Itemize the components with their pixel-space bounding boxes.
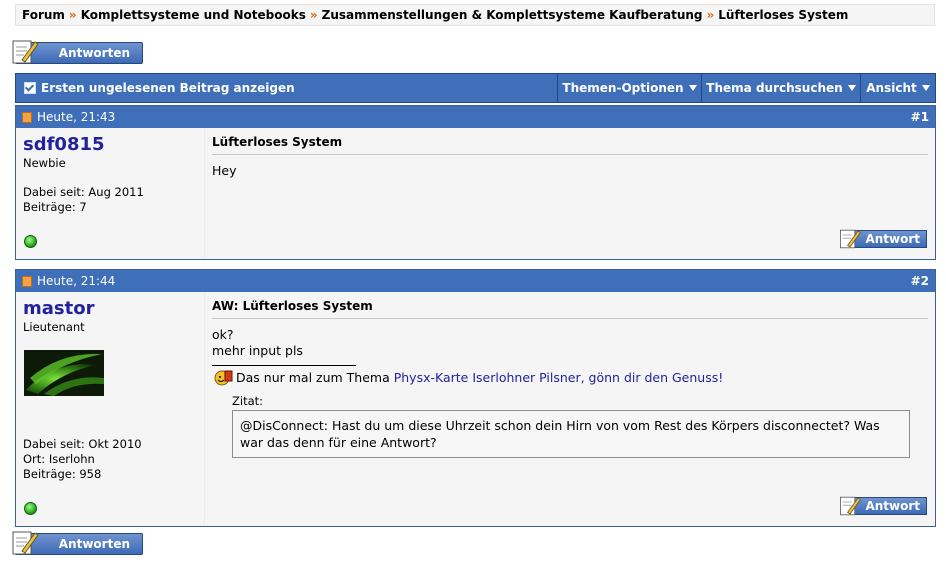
post-title: AW: Lüfterloses System bbox=[212, 299, 928, 319]
signature-link[interactable]: Physx-Karte Iserlohner Pilsner, gönn dir… bbox=[394, 370, 724, 385]
online-status-icon bbox=[24, 235, 37, 248]
quote-block: Zitat: @DisConnect: Hast du um diese Uhr… bbox=[232, 394, 928, 458]
breadcrumb-separator: » bbox=[309, 8, 318, 22]
quote-label: Zitat: bbox=[232, 394, 264, 408]
post-body: Hey bbox=[212, 163, 928, 179]
post-icon bbox=[22, 275, 32, 287]
view-label: Ansicht bbox=[866, 81, 917, 95]
checkbox-icon bbox=[24, 82, 36, 94]
post-number-link[interactable]: #2 bbox=[911, 274, 929, 288]
reply-button-top[interactable]: Antworten bbox=[12, 40, 143, 64]
user-stats: Dabei seit: Aug 2011 Beiträge: 7 bbox=[23, 185, 197, 215]
view-menu[interactable]: Ansicht bbox=[860, 74, 935, 102]
dropdown-arrow-icon bbox=[921, 85, 930, 91]
thread-options-label: Themen-Optionen bbox=[562, 81, 684, 95]
post-count: Beiträge: 7 bbox=[23, 200, 87, 214]
signature: Das nur mal zum Thema Physx-Karte Iserlo… bbox=[212, 368, 928, 386]
signature-prefix: Das nur mal zum Thema bbox=[236, 369, 390, 385]
beer-smiley-icon bbox=[214, 370, 233, 386]
thread-toolbar: Ersten ungelesenen Beitrag anzeigen Them… bbox=[15, 73, 936, 103]
search-thread-label: Thema durchsuchen bbox=[706, 81, 843, 95]
dropdown-arrow-icon bbox=[847, 85, 856, 91]
post-body: ok? mehr input pls bbox=[212, 327, 928, 359]
post-header: Heute, 21:44 #2 bbox=[16, 270, 935, 292]
post-date: Heute, 21:44 bbox=[37, 274, 116, 288]
user-info: sdf0815 Newbie Dabei seit: Aug 2011 Beit… bbox=[16, 128, 204, 259]
breadcrumb-komplettsysteme[interactable]: Komplettsysteme und Notebooks bbox=[81, 8, 306, 22]
quote-reply-label: Antwort bbox=[865, 232, 920, 246]
reply-button-label: Antworten bbox=[58, 537, 130, 551]
post-body-line: mehr input pls bbox=[212, 343, 303, 358]
post-count: Beiträge: 958 bbox=[23, 467, 102, 481]
breadcrumb-current-thread: Lüfterloses System bbox=[718, 8, 849, 22]
user-info: mastor Lieutenant Dabei seit: Okt 2010 O… bbox=[16, 292, 204, 526]
post-number-link[interactable]: #1 bbox=[911, 110, 929, 124]
post-date: Heute, 21:43 bbox=[37, 110, 116, 124]
username-link[interactable]: mastor bbox=[23, 298, 197, 319]
breadcrumb-kaufberatung[interactable]: Zusammenstellungen & Komplettsysteme Kau… bbox=[322, 8, 703, 22]
first-unread-label: Ersten ungelesenen Beitrag anzeigen bbox=[41, 81, 295, 95]
signature-divider bbox=[212, 365, 356, 366]
quote-reply-label: Antwort bbox=[865, 499, 920, 513]
quote-reply-button[interactable]: Antwort bbox=[840, 496, 927, 516]
user-stats: Dabei seit: Okt 2010 Ort: Iserlohn Beitr… bbox=[23, 437, 142, 482]
pencil-paper-icon bbox=[840, 229, 861, 249]
dropdown-arrow-icon bbox=[688, 85, 697, 91]
post-header: Heute, 21:43 #1 bbox=[16, 106, 935, 128]
join-date: Dabei seit: Aug 2011 bbox=[23, 185, 144, 199]
pencil-paper-icon bbox=[12, 40, 39, 64]
breadcrumb-separator: » bbox=[68, 8, 77, 22]
quote-reply-button[interactable]: Antwort bbox=[840, 229, 927, 249]
post-1: Heute, 21:43 #1 sdf0815 Newbie Dabei sei… bbox=[15, 105, 936, 260]
post-icon bbox=[22, 111, 32, 123]
pencil-paper-icon bbox=[840, 496, 861, 516]
avatar[interactable] bbox=[24, 350, 104, 396]
post-body-line: Hey bbox=[212, 163, 237, 178]
join-date: Dabei seit: Okt 2010 bbox=[23, 437, 142, 451]
pencil-paper-icon bbox=[12, 531, 39, 555]
quote-text: @DisConnect: Hast du um diese Uhrzeit sc… bbox=[232, 410, 910, 458]
breadcrumb: Forum» Komplettsysteme und Notebooks» Zusa… bbox=[15, 4, 935, 26]
breadcrumb-separator: » bbox=[706, 8, 715, 22]
post-message: Lüfterloses System Hey Antwort bbox=[204, 128, 935, 259]
username-link[interactable]: sdf0815 bbox=[23, 134, 197, 155]
reply-button-label: Antworten bbox=[58, 46, 130, 60]
reply-button-bottom[interactable]: Antworten bbox=[12, 531, 143, 555]
breadcrumb-forum[interactable]: Forum bbox=[22, 8, 65, 22]
online-status-icon bbox=[24, 502, 37, 515]
user-title: Lieutenant bbox=[23, 320, 85, 334]
user-title: Newbie bbox=[23, 156, 66, 170]
first-unread-link[interactable]: Ersten ungelesenen Beitrag anzeigen bbox=[16, 74, 295, 102]
thread-options-menu[interactable]: Themen-Optionen bbox=[557, 74, 701, 102]
location: Ort: Iserlohn bbox=[23, 452, 95, 466]
post-message: AW: Lüfterloses System ok? mehr input pl… bbox=[204, 292, 935, 526]
post-title: Lüfterloses System bbox=[212, 135, 928, 155]
post-body-line: ok? bbox=[212, 327, 234, 342]
post-2: Heute, 21:44 #2 mastor Lieutenant Dabei … bbox=[15, 269, 936, 527]
search-thread-menu[interactable]: Thema durchsuchen bbox=[701, 74, 860, 102]
